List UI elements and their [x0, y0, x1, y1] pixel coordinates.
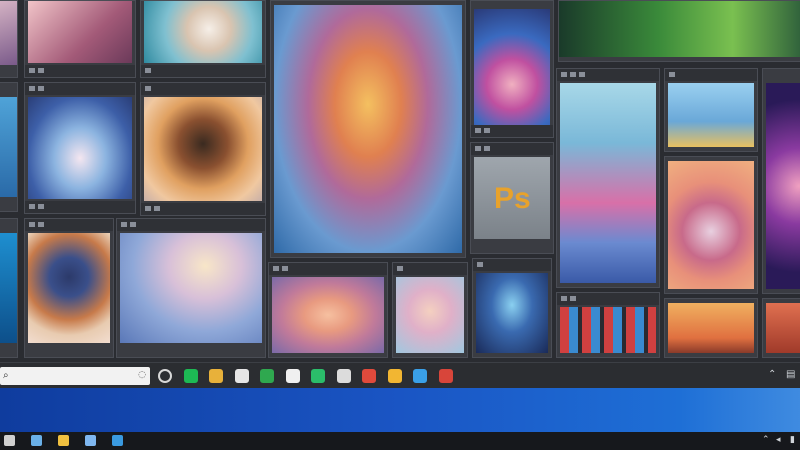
chrome-icon[interactable] [209, 369, 223, 383]
thumbnail-image [668, 161, 754, 289]
thumbnail-image [0, 97, 17, 197]
photoshop-tile[interactable]: Ps [470, 142, 554, 254]
thumbnail-image [668, 303, 754, 353]
tile-toolbar [25, 65, 135, 77]
gallery-tile[interactable] [392, 262, 468, 358]
photoshop-preview: Ps [474, 157, 550, 239]
tile-toolbar [665, 69, 757, 81]
search-icon: ⌕ [3, 370, 9, 381]
gallery-tile[interactable] [762, 298, 800, 358]
gallery-tile[interactable] [664, 156, 758, 294]
clock-icon[interactable]: ▮ [790, 435, 795, 445]
tile-toolbar [117, 219, 265, 231]
settings-icon[interactable] [112, 435, 123, 446]
gallery-tile[interactable] [664, 298, 758, 358]
maps-icon[interactable] [387, 369, 402, 383]
gallery-tile[interactable] [470, 0, 554, 138]
thumbnail-image [120, 233, 262, 343]
system-taskbar: ⌃ ◂ ▮ [0, 432, 800, 450]
cortana-icon[interactable] [158, 369, 172, 383]
folder-icon[interactable] [85, 435, 96, 446]
thumbnail-image [476, 273, 548, 353]
tile-toolbar [471, 125, 553, 137]
thumbnail-image [766, 83, 800, 289]
tile-toolbar [393, 263, 467, 275]
tile-toolbar [557, 69, 659, 81]
gallery-tile[interactable] [0, 0, 18, 78]
tile-toolbar [25, 83, 135, 95]
image-viewer-icon[interactable] [31, 435, 42, 446]
gallery-tile[interactable] [762, 68, 800, 294]
gallery-tile[interactable] [140, 82, 266, 216]
thumbnail-image [560, 83, 656, 283]
mail-icon[interactable] [413, 369, 427, 383]
featured-image-tile[interactable] [270, 0, 466, 258]
thumbnail-image [766, 303, 800, 353]
thumbnail-image [144, 1, 262, 63]
gallery-tile[interactable] [0, 218, 18, 358]
tile-toolbar [141, 203, 265, 215]
spotify-icon[interactable] [183, 369, 198, 383]
gallery-tile[interactable] [24, 0, 136, 78]
gallery-tile[interactable] [140, 0, 266, 78]
edge-icon[interactable] [311, 369, 325, 383]
notes-icon[interactable] [336, 369, 351, 383]
thumbnail-image [28, 233, 110, 343]
thumbnail-image [28, 1, 132, 63]
files-icon[interactable] [285, 369, 300, 383]
thumbnail-image [0, 233, 17, 343]
sheets-icon[interactable] [260, 369, 274, 383]
thumbnail-image [668, 83, 754, 147]
tile-toolbar [25, 201, 135, 213]
store-icon[interactable] [234, 369, 249, 383]
photos-icon[interactable] [362, 369, 376, 383]
search-options-icon[interactable]: ◌ [138, 370, 146, 380]
image-gallery: Ps [0, 0, 800, 362]
thumbnail-image [474, 9, 550, 125]
tray-up-icon[interactable]: ⌃ [762, 435, 770, 445]
gallery-tile[interactable] [0, 82, 18, 212]
tile-toolbar [141, 83, 265, 95]
gallery-tile[interactable] [268, 262, 388, 358]
thumbnail-image [559, 1, 800, 57]
tile-toolbar [473, 259, 551, 271]
search-box[interactable]: ⌕ ◌ [0, 367, 150, 385]
tray-chevron-icon[interactable]: ⌃ [768, 369, 776, 380]
calendar-icon[interactable] [438, 369, 453, 383]
windows-icon[interactable] [4, 435, 15, 446]
thumbnail-image [0, 1, 17, 65]
gallery-tile[interactable] [24, 218, 114, 358]
photoshop-logo-icon: Ps [494, 182, 531, 215]
volume-icon[interactable]: ◂ [776, 435, 781, 445]
thumbnail-image [144, 97, 262, 201]
color-swatch-tile[interactable] [556, 292, 660, 358]
gallery-tile[interactable] [24, 82, 136, 214]
gallery-tile[interactable] [556, 68, 660, 288]
gallery-tile[interactable] [558, 0, 800, 62]
tile-toolbar [471, 143, 553, 155]
store-bag-icon[interactable] [58, 435, 69, 446]
gallery-tile[interactable] [664, 68, 758, 152]
taskbar: ⌕ ◌ ⌃ ▤ [0, 362, 800, 389]
thumbnail-image [272, 277, 384, 353]
tile-toolbar [269, 263, 387, 275]
tile-toolbar [557, 293, 659, 305]
desktop-wallpaper [0, 388, 800, 432]
thumbnail-image [396, 277, 464, 353]
color-swatch-grid [560, 307, 656, 353]
featured-image [274, 5, 462, 253]
tile-toolbar [141, 65, 265, 77]
gallery-tile[interactable] [472, 258, 552, 358]
thumbnail-image [28, 97, 132, 199]
tile-toolbar [25, 219, 113, 231]
gallery-tile[interactable] [116, 218, 266, 358]
network-icon[interactable]: ▤ [786, 369, 795, 380]
